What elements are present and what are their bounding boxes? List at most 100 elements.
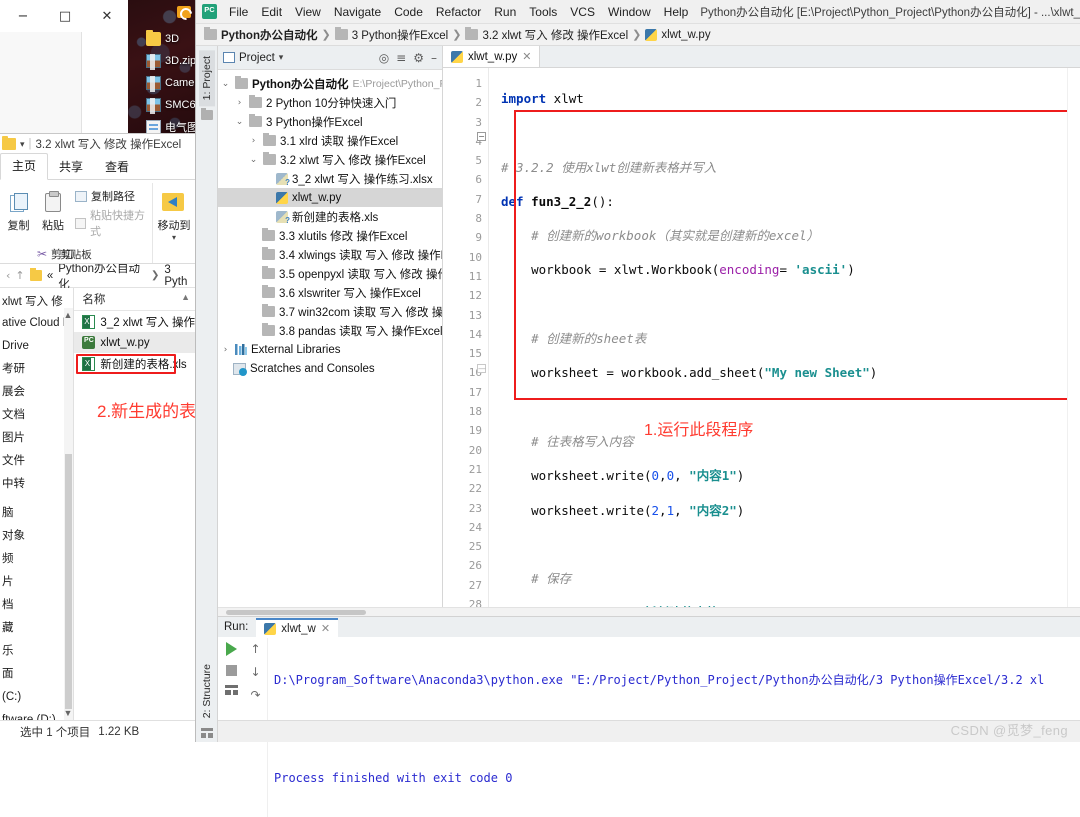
breadcrumb-item-2[interactable]: 3 Pyth: [164, 264, 195, 288]
tree-node-34-xlwings[interactable]: 3.4 xlwings 读取 写入 修改 操作Exc: [218, 245, 442, 264]
collapse-all-icon[interactable]: ≡: [396, 51, 406, 65]
move-to-button[interactable]: 移动到 ▾: [155, 183, 193, 263]
menu-help[interactable]: Help: [664, 5, 689, 19]
expand-arrow-icon[interactable]: ›: [220, 345, 231, 355]
tree-node-xlsx-practice[interactable]: 3_2 xlwt 写入 操作练习.xlsx: [218, 169, 442, 188]
paste-button[interactable]: 粘贴: [35, 183, 71, 233]
stop-icon[interactable]: [225, 665, 237, 676]
maximize-button[interactable]: □: [44, 1, 86, 31]
menu-edit[interactable]: Edit: [261, 5, 282, 19]
menu-window[interactable]: Window: [608, 5, 651, 19]
nav-item-4[interactable]: 文档: [0, 404, 73, 427]
expand-arrow-icon[interactable]: ⌄: [234, 117, 245, 127]
nav-item-11[interactable]: 片: [0, 571, 73, 594]
file-row-python[interactable]: xlwt_w.py: [74, 332, 195, 353]
sort-caret-icon[interactable]: ▲: [181, 292, 190, 302]
copy-path-button[interactable]: 复制路径: [74, 188, 150, 204]
close-button[interactable]: ✕: [86, 1, 128, 31]
code-fold-toggle-icon[interactable]: −: [477, 132, 486, 141]
breadcrumb-folder-1[interactable]: 3 Python操作Excel: [352, 27, 449, 43]
nav-item-14[interactable]: 乐: [0, 640, 73, 663]
file-row-xlsx[interactable]: 3_2 xlwt 写入 操作: [74, 311, 195, 332]
expand-arrow-icon[interactable]: ›: [248, 136, 259, 146]
menu-code[interactable]: Code: [394, 5, 423, 19]
editor-scrollbar[interactable]: [1067, 68, 1080, 607]
menu-view[interactable]: View: [295, 5, 321, 19]
back-icon[interactable]: ‹: [6, 269, 10, 282]
nav-item-17[interactable]: ftware (D:): [0, 709, 73, 720]
breadcrumb-file[interactable]: xlwt_w.py: [661, 29, 710, 41]
nav-item-5[interactable]: 图片: [0, 427, 73, 450]
nav-item-8[interactable]: 脑: [0, 502, 73, 525]
nav-item-7[interactable]: 中转: [0, 473, 73, 496]
nav-item-3[interactable]: 展会: [0, 381, 73, 404]
nav-item-10[interactable]: 频: [0, 548, 73, 571]
nav-item-2[interactable]: 考研: [0, 358, 73, 381]
tree-node-36-xlswriter[interactable]: 3.6 xlswriter 写入 操作Excel: [218, 283, 442, 302]
expand-arrow-icon[interactable]: ⌄: [220, 79, 231, 89]
tree-node-3-python-excel[interactable]: ⌄ 3 Python操作Excel: [218, 112, 442, 131]
editor-tab-xlwt-w[interactable]: xlwt_w.py ✕: [443, 46, 541, 67]
down-arrow-icon[interactable]: ↓: [250, 665, 260, 679]
tool-tab-project[interactable]: 1: Project: [198, 50, 215, 107]
grid-icon[interactable]: [200, 728, 213, 738]
hide-icon[interactable]: –: [431, 51, 437, 65]
tree-node-32-xlwt[interactable]: ⌄ 3.2 xlwt 写入 修改 操作Excel: [218, 150, 442, 169]
close-icon[interactable]: ✕: [522, 50, 531, 63]
tree-node-33-xlutils[interactable]: 3.3 xlutils 修改 操作Excel: [218, 226, 442, 245]
close-icon[interactable]: ✕: [321, 622, 330, 635]
menu-file[interactable]: File: [229, 5, 248, 19]
chevron-down-icon[interactable]: ▾: [172, 233, 176, 242]
desktop-icon-3dzip[interactable]: 3D.zip: [128, 50, 195, 72]
menu-navigate[interactable]: Navigate: [334, 5, 381, 19]
folder-icon[interactable]: [200, 108, 213, 121]
paste-shortcut-button[interactable]: 粘贴快捷方式: [74, 207, 150, 239]
nav-item-6[interactable]: 文件: [0, 450, 73, 473]
menu-run[interactable]: Run: [494, 5, 516, 19]
expand-arrow-icon[interactable]: ›: [234, 98, 245, 108]
menu-refactor[interactable]: Refactor: [436, 5, 481, 19]
tab-view[interactable]: 查看: [94, 155, 140, 180]
target-icon[interactable]: ◎: [379, 51, 389, 65]
scrollbar-thumb[interactable]: [226, 610, 366, 615]
scrollbar-thumb[interactable]: [65, 454, 73, 709]
editor-horizontal-scrollbar[interactable]: [218, 607, 1080, 616]
up-icon[interactable]: ↑: [15, 269, 24, 282]
column-header-name[interactable]: 名称 ▲: [74, 288, 195, 311]
tree-node-project-root[interactable]: ⌄ Python办公自动化 E:\Project\Python_Pro: [218, 74, 442, 93]
breadcrumb-project[interactable]: Python办公自动化: [221, 27, 317, 43]
settings-gear-icon[interactable]: ⚙: [413, 51, 424, 65]
nav-item-12[interactable]: 档: [0, 594, 73, 617]
chevron-down-icon[interactable]: ▾: [279, 52, 284, 63]
scroll-up-icon[interactable]: ▲: [64, 310, 73, 320]
scroll-down-icon[interactable]: ▼: [64, 708, 73, 718]
nav-pane-scrollbar[interactable]: ▲ ▼: [64, 308, 74, 720]
nav-item-16[interactable]: (C:): [0, 686, 73, 709]
minimize-button[interactable]: −: [2, 1, 44, 31]
breadcrumb-item-1[interactable]: Python办公自动化: [58, 260, 146, 292]
tool-tab-structure[interactable]: 2: Structure: [199, 658, 215, 724]
up-arrow-icon[interactable]: ↑: [250, 642, 260, 656]
tab-home[interactable]: 主页: [0, 153, 49, 180]
tree-node-31-xlrd[interactable]: › 3.1 xlrd 读取 操作Excel: [218, 131, 442, 150]
tree-node-scratches[interactable]: Scratches and Consoles: [218, 359, 442, 378]
chevron-down-icon[interactable]: ▾: [20, 139, 25, 150]
rerun-icon[interactable]: [225, 642, 237, 656]
code-content[interactable]: import xlwt # 3.2.2 使用xlwt创建新表格并写入 def f…: [489, 68, 1067, 607]
tree-node-xlwt-w-py[interactable]: xlwt_w.py: [218, 188, 442, 207]
tree-node-2-python-intro[interactable]: › 2 Python 10分钟快速入门: [218, 93, 442, 112]
nav-item-13[interactable]: 藏: [0, 617, 73, 640]
menu-tools[interactable]: Tools: [529, 5, 557, 19]
editor-viewport[interactable]: 1 2 3 4 5 6 7 8 9 10 11 12 13 14 15 16 1…: [443, 68, 1080, 607]
nav-item-1[interactable]: Drive: [0, 335, 73, 358]
explorer-address-bar[interactable]: ‹ ↑ « Python办公自动化 ❯ 3 Pyth: [0, 263, 195, 291]
tree-node-external-libraries[interactable]: › External Libraries: [218, 340, 442, 359]
tree-node-new-xls[interactable]: 新创建的表格.xls: [218, 207, 442, 226]
tree-node-37-win32com[interactable]: 3.7 win32com 读取 写入 修改 操作: [218, 302, 442, 321]
editor-gutter[interactable]: 1 2 3 4 5 6 7 8 9 10 11 12 13 14 15 16 1…: [443, 68, 489, 607]
expand-arrow-icon[interactable]: ⌄: [248, 155, 259, 165]
code-fold-end-icon[interactable]: —: [477, 364, 486, 373]
soft-wrap-icon[interactable]: ↷: [250, 688, 260, 702]
desktop-icon-camera[interactable]: Camera: [128, 72, 195, 94]
desktop-icon-smc606[interactable]: SMC606: [128, 94, 195, 116]
